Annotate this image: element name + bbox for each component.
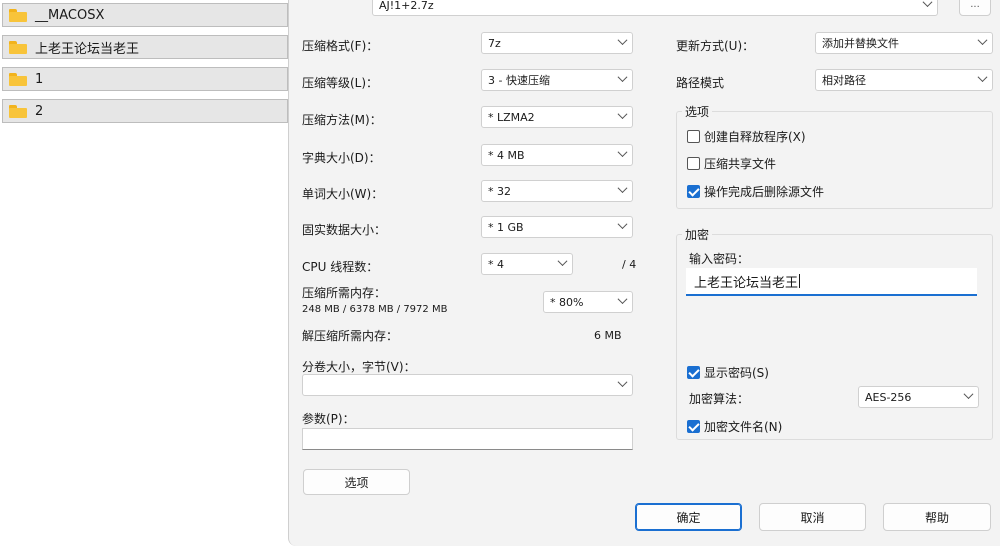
delete-after-checkbox[interactable]: 操作完成后删除源文件 [687, 183, 824, 200]
solid-value: * 1 GB [488, 220, 524, 234]
enc-method-label: 加密算法： [689, 392, 750, 406]
file-name: 2 [35, 103, 44, 119]
folder-icon [9, 40, 27, 54]
word-select[interactable]: * 32 [481, 180, 633, 202]
folder-icon [9, 72, 27, 86]
options-group-title: 选项 [682, 103, 713, 120]
delete-after-label: 操作完成后删除源文件 [704, 185, 825, 199]
cancel-button[interactable]: 取消 [759, 503, 866, 531]
chevron-down-icon [619, 149, 626, 160]
update-select[interactable]: 添加并替换文件 [815, 32, 993, 54]
chevron-down-icon [619, 74, 626, 85]
archive-name-value: AJ!1+2.7z [379, 0, 434, 12]
list-item[interactable]: __MACOSX [2, 3, 288, 27]
file-name: 上老王论坛当老王 [35, 41, 140, 57]
folder-icon [9, 8, 27, 22]
update-value: 添加并替换文件 [822, 37, 899, 50]
chevron-down-icon [559, 258, 566, 269]
encrypt-names-checkbox[interactable]: 加密文件名(N) [687, 418, 782, 435]
chevron-down-icon [619, 379, 626, 390]
show-password-label: 显示密码(S) [704, 366, 769, 380]
sfx-label: 创建自释放程序(X) [704, 130, 806, 144]
mem-decomp-value: 6 MB [594, 329, 622, 342]
level-value: 3 - 快速压缩 [488, 74, 550, 87]
file-name: __MACOSX [35, 7, 105, 23]
shared-checkbox[interactable]: 压缩共享文件 [687, 155, 776, 172]
browse-button[interactable]: ... [959, 0, 991, 16]
file-name: 1 [35, 71, 44, 87]
list-item[interactable]: 上老王论坛当老王 [2, 35, 288, 59]
checkmark-icon [687, 366, 700, 379]
password-input[interactable]: 上老王论坛当老王 [686, 268, 977, 296]
word-label: 单词大小(W)： [302, 187, 384, 201]
encrypt-names-label: 加密文件名(N) [704, 420, 783, 434]
mem-usage-value: * 80% [550, 295, 584, 309]
chevron-down-icon [619, 37, 626, 48]
archive-name-combo[interactable]: AJ!1+2.7z [372, 0, 938, 16]
mem-comp-detail: 248 MB / 6378 MB / 7972 MB [302, 304, 448, 315]
ok-button[interactable]: 确定 [635, 503, 742, 531]
checkbox-box [687, 157, 700, 170]
list-item[interactable]: 1 [2, 67, 288, 91]
format-value: 7z [488, 36, 501, 50]
chevron-down-icon [619, 111, 626, 122]
chevron-down-icon [979, 37, 986, 48]
dict-select[interactable]: * 4 MB [481, 144, 633, 166]
update-label: 更新方式(U)： [676, 39, 755, 53]
folder-icon [9, 104, 27, 118]
add-to-archive-dialog: AJ!1+2.7z ... 压缩格式(F)： 7z 压缩等级(L)： 3 - 快… [288, 0, 1000, 546]
chevron-down-icon [965, 391, 972, 402]
help-button[interactable]: 帮助 [883, 503, 991, 531]
chevron-down-icon [924, 0, 931, 10]
checkbox-box [687, 130, 700, 143]
enc-method-select[interactable]: AES-256 [858, 386, 979, 408]
format-label: 压缩格式(F)： [302, 39, 379, 53]
threads-total: / 4 [622, 258, 637, 271]
word-value: * 32 [488, 184, 511, 198]
chevron-down-icon [619, 296, 626, 307]
threads-select[interactable]: * 4 [481, 253, 573, 275]
level-label: 压缩等级(L)： [302, 76, 379, 90]
encryption-group-title: 加密 [682, 226, 713, 243]
mem-comp-label: 压缩所需内存： [302, 286, 387, 300]
enc-method-value: AES-256 [865, 390, 912, 404]
method-label: 压缩方法(M)： [302, 113, 382, 127]
volume-label: 分卷大小，字节(V)： [302, 360, 416, 374]
dict-value: * 4 MB [488, 148, 525, 162]
show-password-checkbox[interactable]: 显示密码(S) [687, 364, 769, 381]
path-select[interactable]: 相对路径 [815, 69, 993, 91]
volume-select[interactable] [302, 374, 633, 396]
list-item[interactable]: 2 [2, 99, 288, 123]
mem-decomp-label: 解压缩所需内存： [302, 329, 399, 343]
password-value: 上老王论坛当老王 [694, 275, 799, 291]
chevron-down-icon [619, 185, 626, 196]
chevron-down-icon [979, 74, 986, 85]
checkmark-icon [687, 420, 700, 433]
path-label: 路径模式 [676, 76, 725, 90]
checkmark-icon [687, 185, 700, 198]
solid-label: 固实数据大小： [302, 223, 387, 237]
solid-select[interactable]: * 1 GB [481, 216, 633, 238]
method-value: * LZMA2 [488, 110, 535, 124]
sfx-checkbox[interactable]: 创建自释放程序(X) [687, 128, 806, 145]
options-button[interactable]: 选项 [303, 469, 410, 495]
path-value: 相对路径 [822, 74, 866, 87]
format-select[interactable]: 7z [481, 32, 633, 54]
password-label: 输入密码： [689, 252, 750, 266]
level-select[interactable]: 3 - 快速压缩 [481, 69, 633, 91]
dict-label: 字典大小(D)： [302, 151, 381, 165]
text-cursor [799, 274, 801, 288]
threads-label: CPU 线程数： [302, 260, 379, 274]
method-select[interactable]: * LZMA2 [481, 106, 633, 128]
params-label: 参数(P)： [302, 412, 355, 426]
shared-label: 压缩共享文件 [704, 157, 777, 171]
params-input[interactable] [302, 428, 633, 450]
threads-value: * 4 [488, 257, 504, 271]
chevron-down-icon [619, 221, 626, 232]
mem-usage-select[interactable]: * 80% [543, 291, 633, 313]
